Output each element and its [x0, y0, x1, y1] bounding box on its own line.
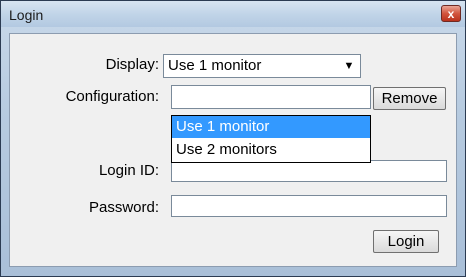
password-field[interactable]: [171, 195, 447, 217]
display-select[interactable]: Use 1 monitor ▼: [163, 54, 361, 78]
login-id-field[interactable]: [171, 160, 447, 182]
chevron-down-icon[interactable]: ▼: [339, 56, 359, 76]
dropdown-option-2-monitors[interactable]: Use 2 monitors: [172, 139, 370, 161]
configuration-label: Configuration:: [65, 88, 159, 105]
dropdown-option-1-monitor[interactable]: Use 1 monitor: [172, 116, 370, 138]
close-button[interactable]: x: [441, 5, 461, 22]
login-window: Login x Display: Use 1 monitor ▼ Configu…: [0, 0, 466, 277]
display-select-value: Use 1 monitor: [168, 57, 262, 74]
display-label: Display:: [105, 56, 159, 73]
configuration-select[interactable]: [171, 85, 371, 109]
remove-button[interactable]: Remove: [373, 87, 446, 110]
login-button[interactable]: Login: [373, 230, 439, 253]
window-title: Login: [9, 7, 44, 23]
title-bar[interactable]: Login x: [1, 1, 465, 27]
close-icon: x: [447, 7, 455, 21]
password-label: Password:: [88, 199, 159, 216]
login-id-label: Login ID:: [98, 162, 159, 179]
display-dropdown-list[interactable]: Use 1 monitor Use 2 monitors: [171, 115, 371, 163]
